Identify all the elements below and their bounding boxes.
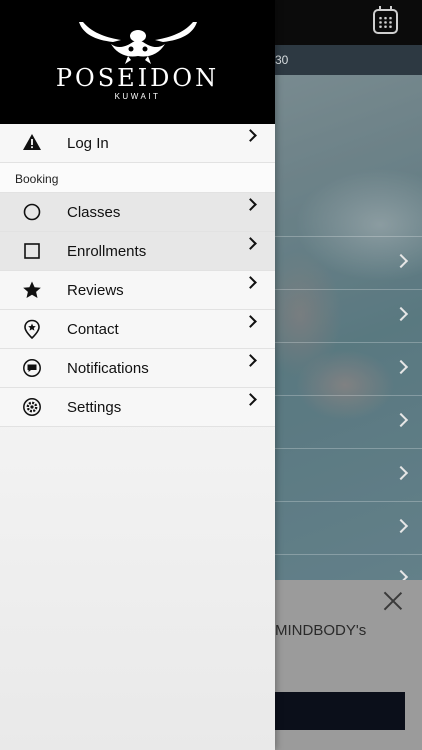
date-strip-text: 30 (275, 53, 289, 67)
section-label: Booking (15, 172, 59, 186)
menu-item-label: Enrollments (67, 243, 147, 260)
square-icon (24, 243, 40, 259)
chevron-right-icon (244, 198, 257, 211)
chevron-right-icon (244, 315, 257, 328)
menu-item-classes[interactable]: Classes (0, 193, 275, 232)
brand-logo: POSEIDON KUWAIT (0, 20, 275, 101)
row-divider (275, 448, 422, 449)
warning-icon (23, 134, 41, 150)
chevron-right-icon (244, 393, 257, 406)
location-pin-icon (24, 319, 40, 339)
banner-button[interactable] (262, 692, 405, 730)
drawer-header: POSEIDON KUWAIT (0, 0, 275, 124)
chevron-right-icon (244, 129, 257, 142)
menu-item-notifications[interactable]: Notifications (0, 349, 275, 388)
row-divider (275, 554, 422, 555)
chevron-right-icon (244, 276, 257, 289)
row-divider (275, 289, 422, 290)
menu-item-reviews[interactable]: Reviews (0, 271, 275, 310)
brand-title: POSEIDON (55, 64, 220, 92)
drawer-menu: Log In Booking Classes Enrollments Revie… (0, 124, 275, 427)
row-divider (275, 236, 422, 237)
gear-icon (23, 398, 41, 416)
menu-item-enrollments[interactable]: Enrollments (0, 232, 275, 271)
menu-item-label: Settings (67, 399, 122, 416)
section-header-booking: Booking (0, 163, 275, 193)
side-drawer: POSEIDON KUWAIT Log In Booking Classes E… (0, 0, 275, 750)
poseidon-logo-icon (78, 22, 197, 64)
row-divider (275, 395, 422, 396)
star-icon (23, 281, 41, 298)
menu-item-label: Classes (67, 204, 121, 221)
chevron-right-icon (244, 237, 257, 250)
chevron-right-icon (244, 354, 257, 367)
calendar-icon[interactable] (373, 6, 398, 34)
menu-item-label: Contact (67, 321, 119, 338)
brand-subtitle: KUWAIT (114, 92, 161, 101)
banner-text: MINDBODY's (275, 622, 367, 639)
menu-item-login[interactable]: Log In (0, 124, 275, 163)
menu-item-label: Notifications (67, 360, 149, 377)
menu-item-contact[interactable]: Contact (0, 310, 275, 349)
circle-icon (23, 203, 41, 221)
menu-item-label: Reviews (67, 282, 124, 299)
close-icon[interactable] (382, 590, 404, 612)
menu-item-settings[interactable]: Settings (0, 388, 275, 427)
menu-item-label: Log In (67, 135, 109, 152)
row-divider (275, 342, 422, 343)
chat-bubble-icon (23, 359, 41, 377)
row-divider (275, 501, 422, 502)
